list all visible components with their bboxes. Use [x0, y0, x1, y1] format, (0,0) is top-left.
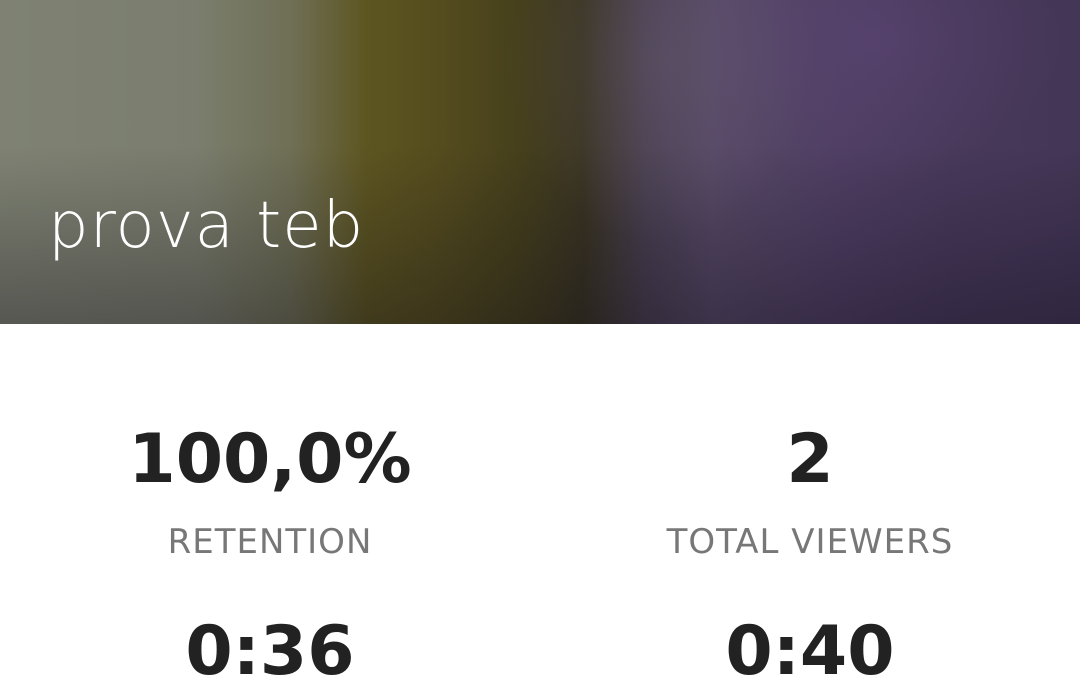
- duration-value-left: 0:36: [185, 612, 355, 691]
- retention-stat: 100,0% RETENTION: [0, 420, 540, 562]
- broadcast-header: prova teb: [0, 0, 1080, 324]
- duration-stat-left: 0:36: [0, 612, 540, 692]
- total-viewers-label: TOTAL VIEWERS: [666, 522, 954, 562]
- duration-value-right: 0:40: [725, 612, 895, 691]
- retention-label: RETENTION: [167, 522, 373, 562]
- broadcast-title: prova teb: [48, 189, 365, 263]
- total-viewers-value: 2: [786, 420, 834, 499]
- duration-stat-right: 0:40: [540, 612, 1080, 692]
- header-background-image: [0, 0, 1080, 324]
- stats-panel: 100,0% RETENTION 2 TOTAL VIEWERS 0:36 0:…: [0, 324, 1080, 691]
- retention-value: 100,0%: [128, 420, 412, 499]
- total-viewers-stat: 2 TOTAL VIEWERS: [540, 420, 1080, 562]
